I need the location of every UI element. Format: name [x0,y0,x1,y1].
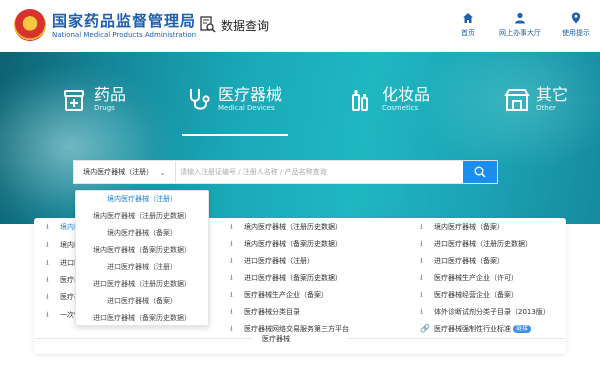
download-icon: ⭳ [420,256,423,265]
search-bar: 境内医疗器械（注册） ⌄ [73,160,498,184]
user-icon [515,12,525,24]
search-input[interactable] [180,161,460,183]
list-item[interactable]: ⭳ 境内医疗器械（注册历史数据） [230,222,342,232]
download-icon: ⭳ [230,324,233,333]
download-icon: ⭳ [230,307,233,316]
chevron-down-icon: ⌄ [159,167,166,177]
download-icon: ⭳ [420,222,423,231]
list-item[interactable]: ⭳ 进口医疗器械（备案） [420,256,504,266]
category-medical-devices[interactable]: 医疗器械 Medical Devices [186,86,282,113]
category-drugs-label: 药品 [94,85,127,104]
list-item[interactable]: ⭳ 境内医疗器械（备案） [420,222,504,232]
nav-home-label: 首页 [461,29,475,37]
dropdown-option[interactable]: 境内医疗器械（注册历史数据） [76,208,208,225]
list-item[interactable]: ⭳ 医疗器械经营企业（备案） [420,290,518,300]
nmpa-emblem-logo [14,9,46,41]
category-drugs[interactable]: 药品 Drugs [62,86,126,113]
database-select-value: 境内医疗器械（注册） [83,168,154,176]
search-button[interactable] [463,161,497,183]
list-item[interactable]: ⭳ 进口医疗器械（备案历史数据） [230,273,342,283]
document-search-icon [200,16,216,33]
nav-online-hall[interactable]: 网上办事大厅 [490,12,550,38]
location-pin-icon [571,12,581,24]
site-title-en: National Medical Products Administration [52,31,197,39]
category-cosmetics-label: 化妆品 [382,85,431,104]
list-item[interactable]: ⭳ 医疗器械生产企业（备案） [230,290,328,300]
category-cosmetics-label-en: Cosmetics [382,104,419,112]
section-divider-left [34,338,252,339]
section-title: 医疗器械 [262,335,290,343]
link-badge: 链接 [513,325,532,333]
list-item[interactable]: ⭳ 医疗器械生产企业（许可） [420,273,518,283]
dropdown-option[interactable]: 境内医疗器械（备案） [76,225,208,242]
download-icon: ⭳ [230,222,233,231]
download-icon: ⭳ [46,310,49,319]
download-icon: ⭳ [230,239,233,248]
data-query-link[interactable]: 数据查询 [200,14,269,36]
site-title: 国家药品监督管理局 [52,12,197,30]
shop-icon [504,88,530,111]
category-cosmetics[interactable]: 化妆品 Cosmetics [350,86,430,113]
download-icon: ⭳ [230,290,233,299]
category-other-label: 其它 [536,85,569,104]
category-other-label-en: Other [536,104,556,112]
drug-box-icon [64,89,84,111]
download-icon: ⭳ [46,222,49,231]
dropdown-option[interactable]: 境内医疗器械（备案历史数据） [76,242,208,259]
dropdown-option[interactable]: 进口医疗器械（备案历史数据） [76,309,208,325]
dropdown-option[interactable]: 境内医疗器械（注册） [76,191,208,208]
category-medical-devices-label-en: Medical Devices [218,104,275,112]
download-icon: ⭳ [420,290,423,299]
category-drugs-label-en: Drugs [94,104,115,112]
section-divider-right [346,338,566,339]
data-query-label: 数据查询 [221,18,270,33]
list-item[interactable]: ⭳ 体外诊断试剂分类子目录（2013版） [420,307,550,317]
home-icon [463,13,473,23]
download-icon: ⭳ [46,258,49,267]
cosmetics-bottles-icon [352,89,368,111]
link-icon: 🔗 [420,324,430,333]
nav-online-hall-label: 网上办事大厅 [499,29,541,37]
dropdown-option[interactable]: 进口医疗器械（备案） [76,292,208,309]
nav-usage-tips[interactable]: 使用提示 [546,12,600,38]
list-item[interactable]: 🔗 医疗器械强制性行业标准 链接 [420,324,532,334]
download-icon: ⭳ [46,240,49,249]
list-item[interactable]: ⭳ 进口医疗器械（注册） [230,256,314,266]
nav-home[interactable]: 首页 [438,12,498,38]
download-icon: ⭳ [420,307,423,316]
database-select[interactable]: 境内医疗器械（注册） ⌄ [74,161,176,183]
list-item[interactable]: ⭳ 医疗器械网络交易服务第三方平台 [230,324,349,334]
download-icon: ⭳ [230,256,233,265]
download-icon: ⭳ [420,239,423,248]
search-icon [474,166,486,178]
list-item[interactable]: ⭳ 境内医疗器械（备案历史数据） [230,239,342,249]
top-header: 国家药品监督管理局 National Medical Products Admi… [0,0,600,52]
download-icon: ⭳ [230,273,233,282]
download-icon: ⭳ [420,273,423,282]
list-item[interactable]: ⭳ 医疗器械分类目录 [230,307,300,317]
stethoscope-icon [190,88,210,110]
category-medical-devices-label: 医疗器械 [218,85,283,104]
dropdown-option[interactable]: 进口医疗器械（注册历史数据） [76,275,208,292]
nav-usage-tips-label: 使用提示 [562,29,590,37]
download-icon: ⭳ [46,292,49,301]
dropdown-option[interactable]: 进口医疗器械（注册） [76,259,208,276]
list-item[interactable]: ⭳ 进口医疗器械（注册历史数据） [420,239,532,249]
download-icon: ⭳ [46,275,49,284]
active-category-underline [182,134,288,136]
category-other[interactable]: 其它 Other [504,86,568,113]
database-dropdown-menu: 境内医疗器械（注册） 境内医疗器械（注册历史数据） 境内医疗器械（备案） 境内医… [75,190,209,326]
